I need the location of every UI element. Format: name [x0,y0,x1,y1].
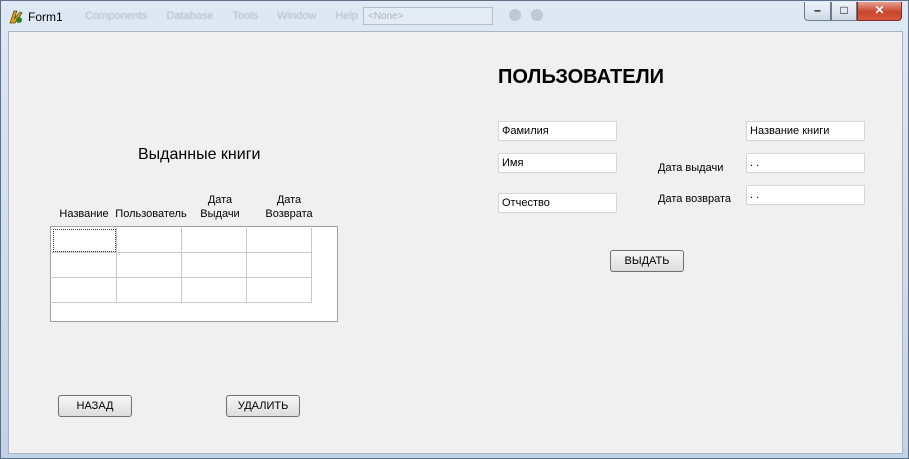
column-header-line1 [56,193,112,207]
issue-button[interactable]: ВЫДАТЬ [610,250,684,272]
maximize-icon: □ [840,3,848,17]
ghost-menu-item: Components [85,10,148,22]
users-heading: ПОЛЬЗОВАТЕЛИ [498,66,665,88]
ghost-menu-item: Window [277,10,317,22]
close-icon: ✕ [874,3,885,17]
ghost-menu-item: Tools [232,10,259,22]
grid-cell[interactable] [117,278,182,303]
column-header-issue-date: Дата Выдачи [195,193,245,221]
grid-cell[interactable] [247,253,312,278]
grid-cell[interactable] [52,228,117,253]
background-ide-combo: <None> [363,7,493,25]
form-window: Form1 Components Database Tools Window H… [0,0,909,459]
minimize-button[interactable]: – [804,2,831,21]
issue-date-label: Дата выдачи [658,162,724,174]
ghost-tool-icon [509,9,521,21]
title-bar[interactable]: Form1 Components Database Tools Window H… [1,1,908,31]
column-header-line1: Дата [276,194,302,206]
column-header-line1: Дата [207,194,233,206]
grid-cell[interactable] [52,253,117,278]
ghost-tool-icon [531,9,543,21]
grid-cell[interactable] [117,253,182,278]
ghost-menu-item: Database [166,10,214,22]
grid-cell[interactable] [247,278,312,303]
grid-cell[interactable] [182,228,247,253]
column-header-return-date: Дата Возврата [259,193,319,221]
surname-field[interactable]: Фамилия [498,121,617,141]
form-client-area: ПОЛЬЗОВАТЕЛИ Фамилия Имя Отчество Назван… [8,31,903,454]
return-date-field[interactable]: . . [746,185,865,205]
issue-date-field[interactable]: . . [746,153,865,173]
back-button[interactable]: НАЗАД [58,395,132,417]
grid-cell[interactable] [117,228,182,253]
issued-books-grid[interactable] [50,226,338,322]
grid-cell[interactable] [182,253,247,278]
ghost-menu-item: Help [335,10,358,22]
delete-button[interactable]: УДАЛИТЬ [226,395,300,417]
ghost-combo-value: <None> [368,11,404,22]
patronymic-field[interactable]: Отчество [498,193,617,213]
book-title-field[interactable]: Название книги [746,121,865,141]
maximize-button[interactable]: □ [831,2,857,21]
column-header-line2: Пользователь [115,208,187,220]
column-header-title: Название [56,193,112,221]
column-header-line2: Выдачи [200,208,240,220]
minimize-icon: – [814,3,821,17]
column-header-line2: Возврата [265,208,313,220]
column-header-line1 [113,193,189,207]
grid-cell[interactable] [247,228,312,253]
return-date-label: Дата возврата [658,193,732,205]
delphi-app-icon [9,10,23,24]
column-header-line2: Название [59,208,109,220]
background-ide-menu: Components Database Tools Window Help [85,10,374,22]
grid-cell[interactable] [182,278,247,303]
name-field[interactable]: Имя [498,153,617,173]
column-header-user: Пользователь [113,193,189,221]
window-title: Form1 [28,10,63,24]
grid-cell[interactable] [52,278,117,303]
close-button[interactable]: ✕ [857,2,902,21]
issued-books-heading: Выданные книги [138,146,261,163]
